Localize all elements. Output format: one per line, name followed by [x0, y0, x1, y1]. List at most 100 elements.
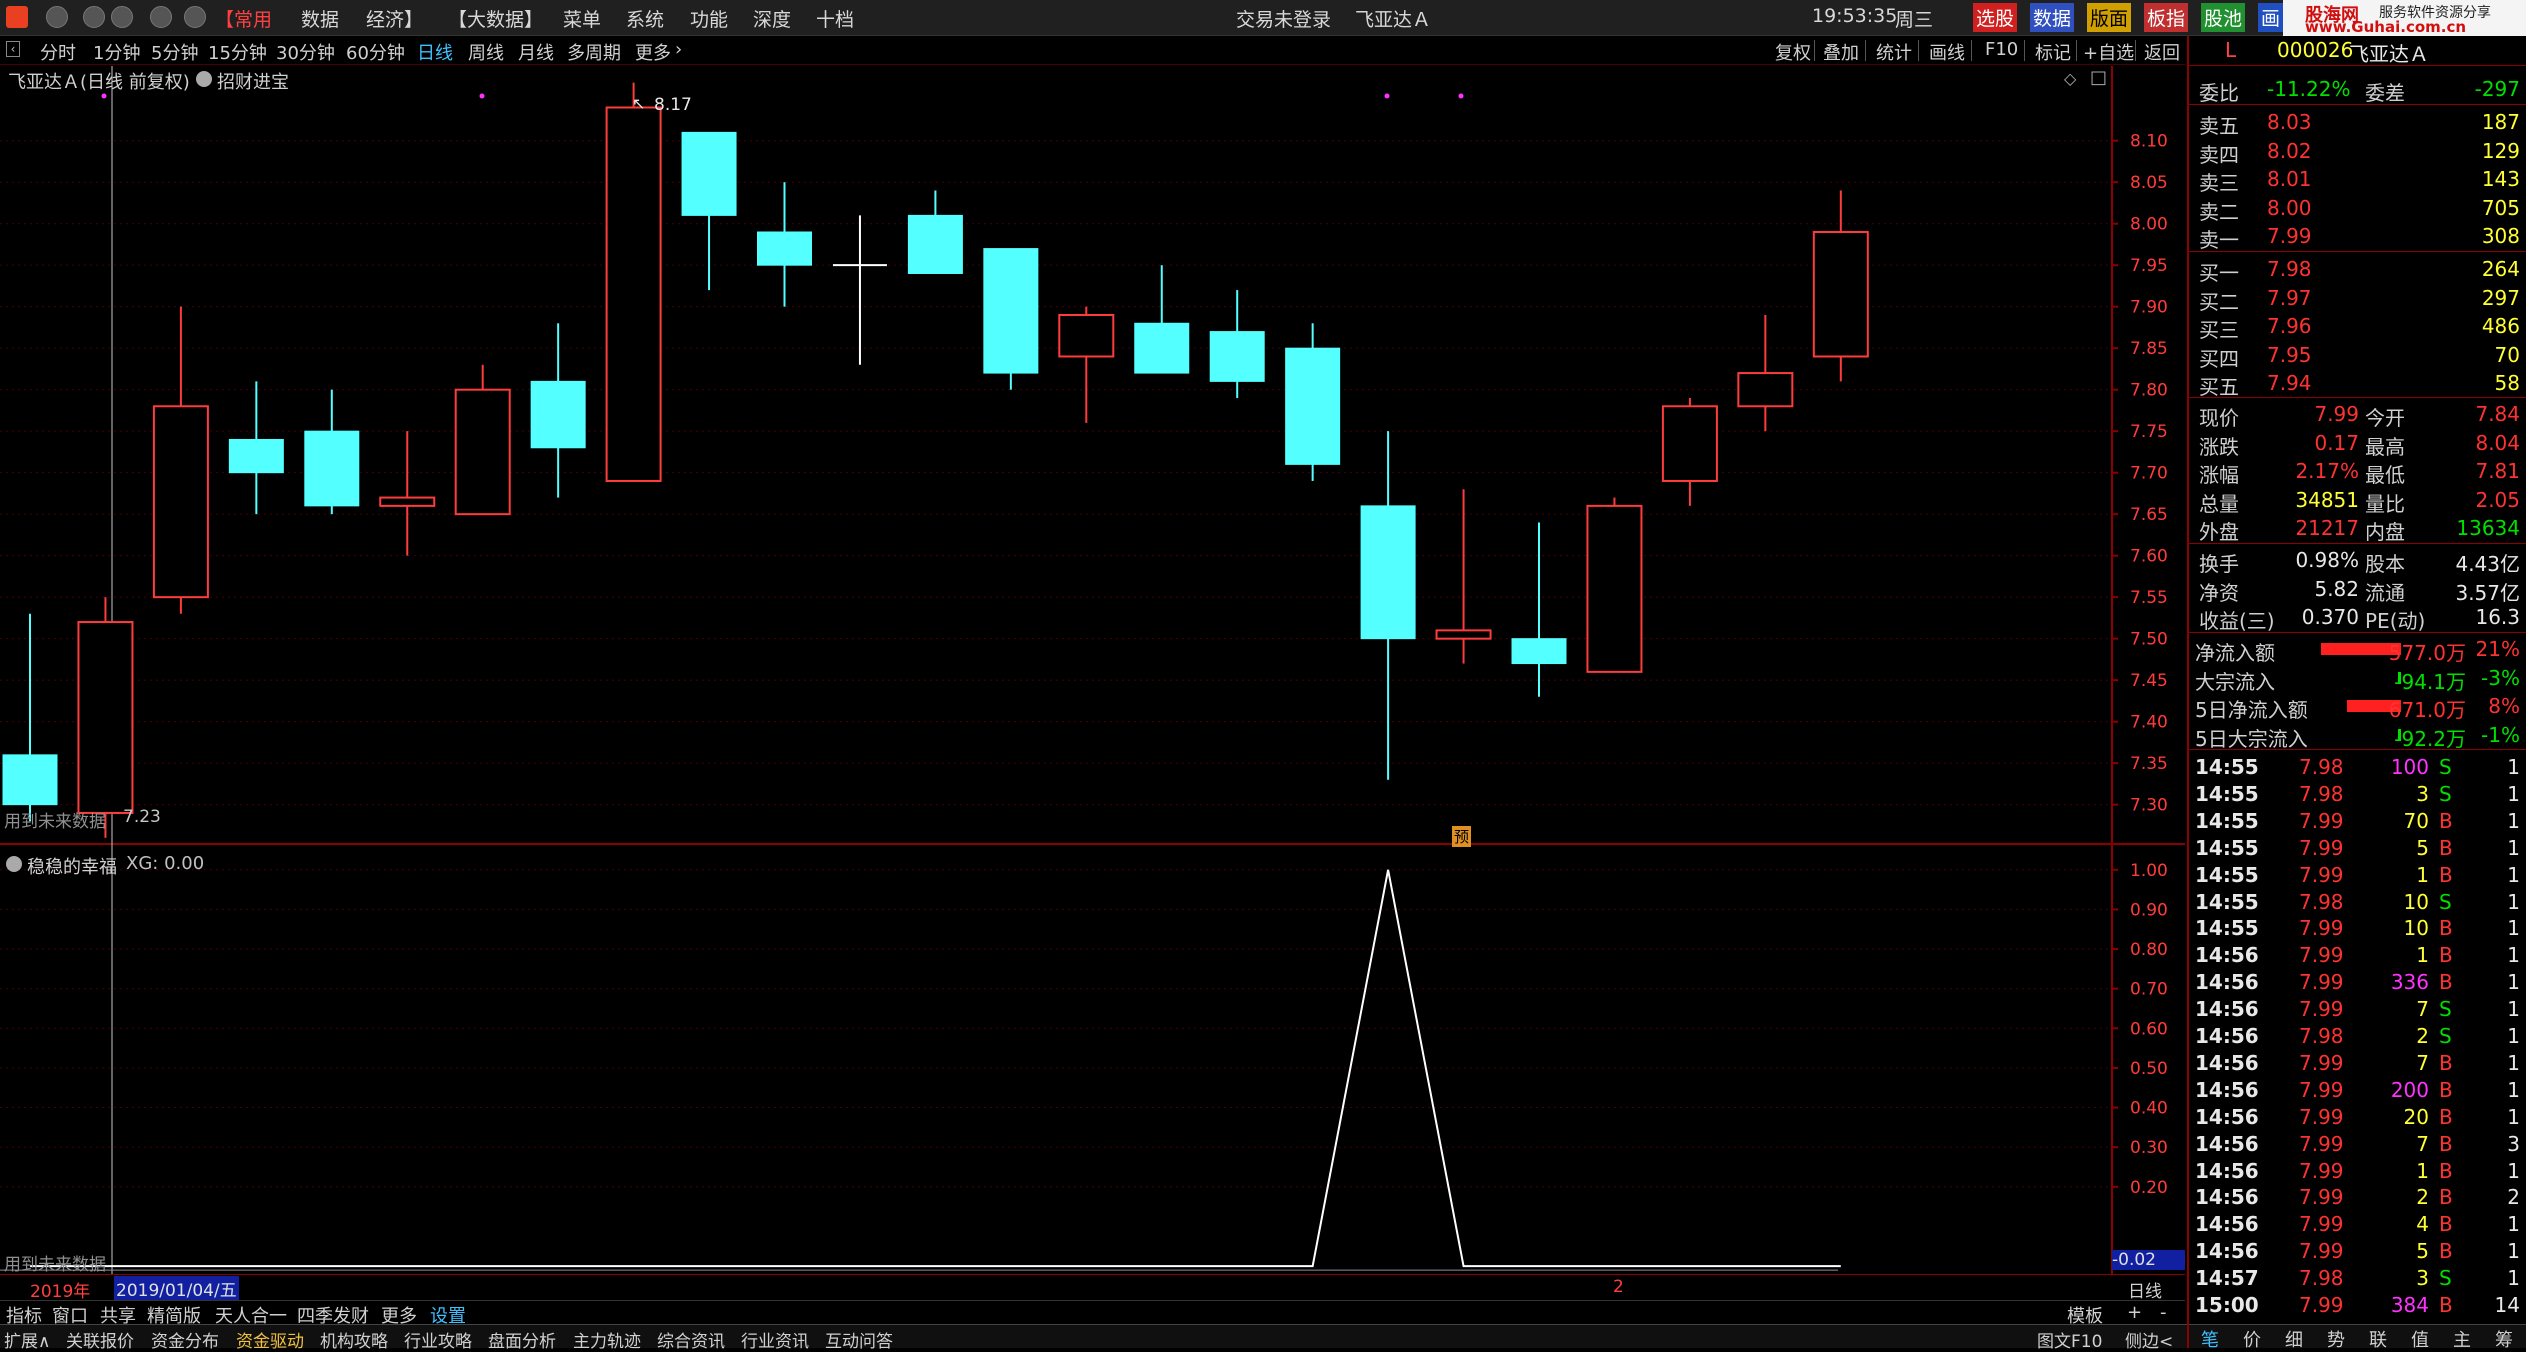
stat-row[interactable]: 涨跌 0.17 最高 8.04 — [2189, 429, 2526, 459]
quick-btn-data[interactable]: 数据 — [2030, 3, 2075, 32]
bid-row[interactable]: 买二 7.97 297 — [2189, 284, 2526, 314]
collapse-icon[interactable]: ‹ — [6, 41, 20, 57]
diamond-icon[interactable]: ◇ — [2064, 69, 2076, 88]
fund-row[interactable]: 净资 5.82 流通 3.57亿 — [2189, 575, 2526, 605]
indicator-settings-icon[interactable] — [196, 71, 212, 87]
tick-row[interactable]: 14:57 7.98 3 S 1 — [2189, 1264, 2526, 1292]
tick-row[interactable]: 14:56 7.99 2 B 2 — [2189, 1183, 2526, 1211]
period-tab-daily[interactable]: 日线 — [417, 39, 453, 65]
stat-row[interactable]: 现价 7.99 今开 7.84 — [2189, 400, 2526, 430]
period-tab-1min[interactable]: 1分钟 — [93, 39, 140, 65]
menu-item-bigdata[interactable]: 【大数据】 — [448, 5, 543, 32]
flow-row[interactable]: 大宗流入 -94.1万 -3% — [2189, 664, 2526, 694]
quick-btn-sector-index[interactable]: 板指 — [2144, 3, 2189, 32]
stat-row[interactable]: 涨幅 2.17% 最低 7.81 — [2189, 457, 2526, 487]
stat-row[interactable]: 外盘 21217 内盘 13634 — [2189, 514, 2526, 544]
period-tab-weekly[interactable]: 周线 — [468, 39, 504, 65]
tool-f10[interactable]: F10 — [1985, 39, 2018, 60]
tick-row[interactable]: 14:55 7.99 1 B 1 — [2189, 861, 2526, 889]
status-industry-news[interactable]: 行业资讯 — [741, 1327, 809, 1352]
tick-row[interactable]: 14:56 7.99 7 S 1 — [2189, 995, 2526, 1023]
window-btn-1[interactable] — [46, 6, 68, 28]
tick-row[interactable]: 14:55 7.98 100 S 1 — [2189, 753, 2526, 781]
zoom-in-button[interactable]: + — [2127, 1302, 2142, 1323]
status-fund-distribution[interactable]: 资金分布 — [151, 1327, 219, 1352]
status-expand[interactable]: 扩展∧ — [4, 1327, 50, 1352]
quick-btn-draw[interactable]: 画 — [2258, 3, 2284, 32]
tick-row[interactable]: 14:56 7.99 4 B 1 — [2189, 1210, 2526, 1238]
flow-row[interactable]: 5日大宗流入 -92.2万 -1% — [2189, 721, 2526, 751]
menu-item-system[interactable]: 系统 — [626, 5, 664, 32]
zoom-out-button[interactable]: - — [2160, 1302, 2167, 1323]
menu-item-economy[interactable]: 经济】 — [366, 5, 423, 32]
status-sidebar[interactable]: 侧边< — [2125, 1327, 2173, 1352]
stat-row[interactable]: 总量 34851 量比 2.05 — [2189, 486, 2526, 516]
quick-btn-select-stock[interactable]: 选股 — [1973, 3, 2018, 32]
status-industry[interactable]: 行业攻略 — [404, 1327, 472, 1352]
ask-row[interactable]: 卖四 8.02 129 — [2189, 137, 2526, 167]
status-fund-drive[interactable]: 资金驱动 — [236, 1327, 304, 1352]
period-tab-30min[interactable]: 30分钟 — [276, 39, 335, 65]
quote-tab[interactable]: 笔 — [2201, 1326, 2219, 1352]
tick-row[interactable]: 14:56 7.99 7 B 1 — [2189, 1049, 2526, 1077]
status-market-analysis[interactable]: 盘面分析 — [488, 1327, 556, 1352]
quote-tab[interactable]: 筹 — [2495, 1326, 2513, 1352]
tick-row[interactable]: 14:56 7.99 20 B 1 — [2189, 1103, 2526, 1131]
tool-mark[interactable]: 标记 — [2035, 39, 2071, 65]
quote-tab[interactable]: 主 — [2453, 1326, 2471, 1352]
period-tab-5min[interactable]: 5分钟 — [151, 39, 198, 65]
sub-indicator-settings-icon[interactable] — [6, 856, 22, 872]
fund-row[interactable]: 换手 0.98% 股本 4.43亿 — [2189, 546, 2526, 576]
window-btn-2[interactable] — [83, 6, 105, 28]
main-indicator-name[interactable]: 招财进宝 — [217, 68, 289, 94]
menu-item-menu[interactable]: 菜单 — [563, 5, 601, 32]
tool-statistics[interactable]: 统计 — [1876, 39, 1912, 65]
ask-row[interactable]: 卖三 8.01 143 — [2189, 165, 2526, 195]
menu-item-data[interactable]: 数据 — [301, 5, 339, 32]
status-institution[interactable]: 机构攻略 — [320, 1327, 388, 1352]
window-btn-3[interactable] — [111, 6, 133, 28]
menu-item-common[interactable]: 【常用 — [215, 5, 272, 32]
tick-row[interactable]: 14:56 7.99 1 B 1 — [2189, 1157, 2526, 1185]
period-tab-multi[interactable]: 多周期 — [567, 39, 621, 65]
maximize-icon[interactable]: □ — [2090, 67, 2107, 88]
period-tab-monthly[interactable]: 月线 — [518, 39, 554, 65]
quote-tab[interactable]: 细 — [2285, 1326, 2303, 1352]
tick-row[interactable]: 14:56 7.99 1 B 1 — [2189, 941, 2526, 969]
period-tab-timeshare[interactable]: 分时 — [40, 39, 76, 65]
quick-btn-stock-pool[interactable]: 股池 — [2201, 3, 2246, 32]
tick-row[interactable]: 14:55 7.99 5 B 1 — [2189, 834, 2526, 862]
flow-row[interactable]: 5日净流入额 671.0万 8% — [2189, 692, 2526, 722]
tick-row[interactable]: 14:55 7.99 10 B 1 — [2189, 914, 2526, 942]
ask-row[interactable]: 卖五 8.03 187 — [2189, 108, 2526, 138]
menu-item-depth[interactable]: 深度 — [753, 5, 791, 32]
tool-add-watchlist[interactable]: +自选 — [2083, 39, 2134, 65]
menu-item-function[interactable]: 功能 — [690, 5, 728, 32]
tick-row[interactable]: 14:55 7.98 3 S 1 — [2189, 780, 2526, 808]
period-tab-15min[interactable]: 15分钟 — [208, 39, 267, 65]
quote-tab[interactable]: 价 — [2243, 1326, 2261, 1352]
tick-row[interactable]: 14:56 7.98 2 S 1 — [2189, 1022, 2526, 1050]
ask-row[interactable]: 卖二 8.00 705 — [2189, 194, 2526, 224]
flow-row[interactable]: 净流入额 577.0万 21% — [2189, 635, 2526, 665]
ask-row[interactable]: 卖一 7.99 308 — [2189, 222, 2526, 252]
status-related-quotes[interactable]: 关联报价 — [66, 1327, 134, 1352]
quote-tab[interactable]: 值 — [2411, 1326, 2429, 1352]
menu-item-level10[interactable]: 十档 — [816, 5, 854, 32]
yu-badge[interactable]: 预 — [1452, 826, 1472, 847]
tick-row[interactable]: 14:55 7.98 10 S 1 — [2189, 888, 2526, 916]
tick-row[interactable]: 14:56 7.99 200 B 1 — [2189, 1076, 2526, 1104]
status-qa[interactable]: 互动问答 — [825, 1327, 893, 1352]
quick-btn-layout[interactable]: 版面 — [2087, 3, 2132, 32]
tool-adjust[interactable]: 复权 — [1775, 39, 1811, 65]
tool-draw-line[interactable]: 画线 — [1929, 39, 1965, 65]
bid-row[interactable]: 买四 7.95 70 — [2189, 341, 2526, 371]
bid-row[interactable]: 买五 7.94 58 — [2189, 369, 2526, 399]
kline-chart[interactable]: 8.10 8.05 8.00 7.95 7.90 7.85 7.80 7.75 7.70 7.65… — [0, 66, 2185, 1316]
fund-row[interactable]: 收益(三) 0.370 PE(动) 16.3 — [2189, 603, 2526, 633]
window-btn-5[interactable] — [184, 6, 206, 28]
tick-row[interactable]: 14:56 7.99 5 B 1 — [2189, 1237, 2526, 1265]
status-main-trace[interactable]: 主力轨迹 — [573, 1327, 641, 1352]
period-tab-more[interactable]: 更多 — [635, 39, 671, 65]
bid-row[interactable]: 买一 7.98 264 — [2189, 255, 2526, 285]
